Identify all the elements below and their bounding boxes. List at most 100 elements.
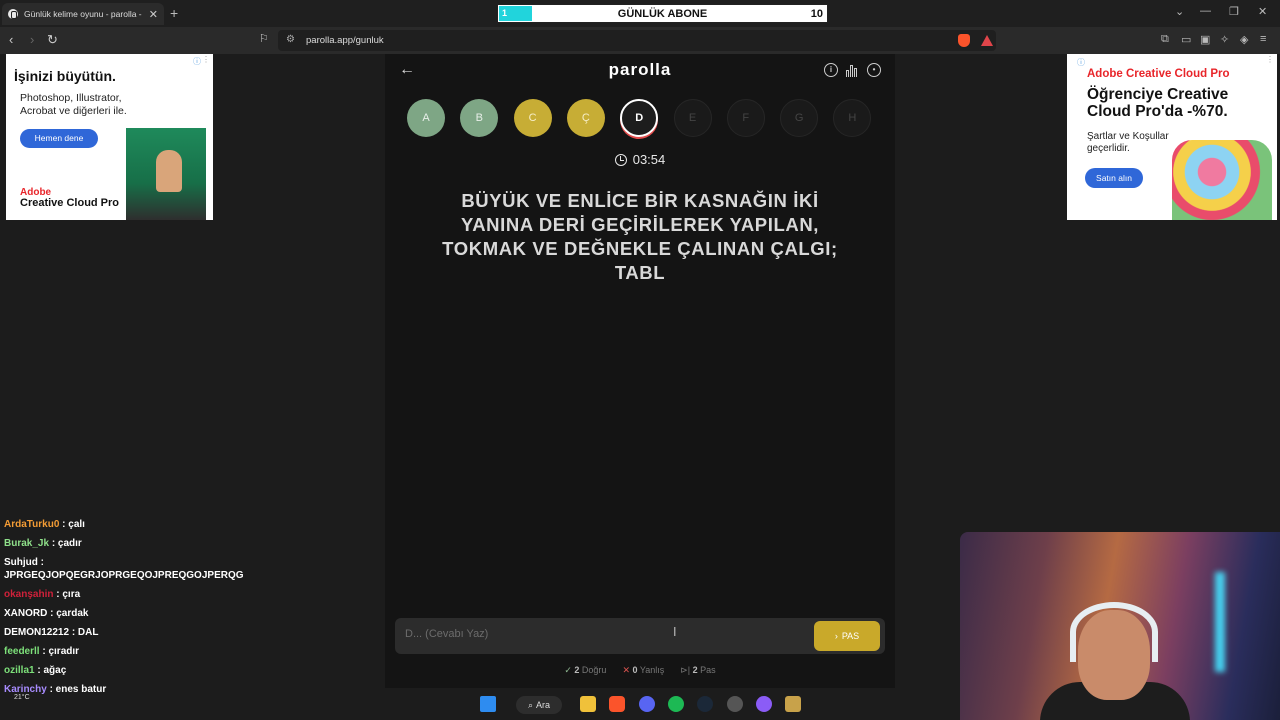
leo-ai-icon[interactable]: ✧ xyxy=(1220,33,1229,46)
chat-text: : çalı xyxy=(62,519,85,530)
goal-target: 10 xyxy=(810,8,823,20)
chat-text: : ağaç xyxy=(37,665,67,676)
stats-icon[interactable] xyxy=(846,64,859,77)
ad-headline: İşinizi büyütün. xyxy=(14,68,116,84)
game-launcher-icon[interactable] xyxy=(785,696,801,712)
answer-bar: › PAS xyxy=(395,618,885,654)
ad-left[interactable]: ⓘ ⋮ İşinizi büyütün. Photoshop, Illustra… xyxy=(6,54,213,220)
taskbar: ⌕ Ara xyxy=(0,688,1280,720)
site-info-icon[interactable]: ⚙ xyxy=(286,34,295,45)
taskbar-search-label: Ara xyxy=(536,700,551,710)
ad-close-icon[interactable]: ⋮ xyxy=(202,55,210,64)
ad-headline: Öğrenciye Creative Cloud Pro'da -%70. xyxy=(1087,86,1229,120)
chat-message: okanşahin : çıra xyxy=(4,588,216,601)
tab-title: Günlük kelime oyunu - parolla - xyxy=(24,9,142,19)
close-tab-icon[interactable]: ✕ xyxy=(149,8,158,21)
letter-progress: ABCÇDEFGH xyxy=(407,99,877,137)
bookmark-icon[interactable]: ⚐ xyxy=(259,32,269,45)
letter-circle-4: Ç xyxy=(566,99,605,137)
chat-message: ArdaTurku0 : çalı xyxy=(4,518,216,531)
pass-score: ⊳| 2 Pas xyxy=(680,665,716,675)
close-window-icon[interactable]: ✕ xyxy=(1258,5,1267,18)
browser-tab[interactable]: Günlük kelime oyunu - parolla - ✕ xyxy=(2,3,164,25)
letter-circle-5: D xyxy=(620,99,659,137)
taskbar-search[interactable]: ⌕ Ara xyxy=(516,696,562,714)
new-tab-icon[interactable]: + xyxy=(170,5,178,21)
back-icon[interactable]: ‹ xyxy=(9,32,13,47)
sidebar-icon[interactable]: ▭ xyxy=(1181,33,1191,46)
ad-brand: Adobe Creative Cloud Pro xyxy=(1087,68,1230,80)
chat-message: feederll : çıradır xyxy=(4,645,216,658)
timer: 03:54 xyxy=(385,152,895,167)
extensions-icon[interactable]: ⧉ xyxy=(1161,33,1169,46)
brave-shields-icon[interactable] xyxy=(958,34,970,47)
chat-username[interactable]: Suhjud xyxy=(4,557,38,568)
letter-circle-1: A xyxy=(407,99,445,137)
minimize-icon[interactable]: — xyxy=(1200,5,1211,17)
chat-username[interactable]: XANORD xyxy=(4,608,47,619)
page-content: ⓘ ⋮ İşinizi büyütün. Photoshop, Illustra… xyxy=(0,54,1280,720)
correct-score: ✓ 2 Doğru xyxy=(564,665,607,675)
file-explorer-icon[interactable] xyxy=(580,696,596,712)
letter-circle-6: E xyxy=(673,99,712,137)
maximize-icon[interactable]: ❐ xyxy=(1229,5,1239,18)
skip-icon: ⊳| xyxy=(680,665,691,675)
weather-widget[interactable]: 21°C xyxy=(14,694,38,710)
spotify-icon[interactable] xyxy=(668,696,684,712)
profile-icon[interactable]: • xyxy=(867,63,881,77)
app-icon[interactable] xyxy=(756,696,772,712)
ad-cta-button[interactable]: Satın alın xyxy=(1085,168,1143,188)
goal-title: GÜNLÜK ABONE xyxy=(617,8,708,20)
app-header: ← parolla i • xyxy=(385,54,895,90)
ad-info-icon[interactable]: ⓘ xyxy=(1077,57,1085,68)
chat-text: : çardak xyxy=(50,608,89,619)
wallet-icon[interactable]: ▣ xyxy=(1200,33,1210,46)
cross-icon: ✕ xyxy=(622,665,630,675)
brave-taskbar-icon[interactable] xyxy=(609,696,625,712)
steam-icon[interactable] xyxy=(697,696,713,712)
vpn-icon[interactable]: ◈ xyxy=(1240,33,1248,46)
windows-start-icon[interactable] xyxy=(480,696,496,712)
text-cursor-icon: I xyxy=(673,625,677,639)
led-light xyxy=(1215,572,1225,672)
chat-username[interactable]: DEMON12212 xyxy=(4,627,69,638)
browser-toolbar: ‹ › ↻ ⚐ ⚙ parolla.app/gunluk ⧉ ▭ ▣ ✧ ◈ ≡ xyxy=(0,27,1280,54)
chat-text: : DAL xyxy=(71,627,99,638)
ad-right[interactable]: ⓘ ⋮ Adobe Creative Cloud Pro Öğrenciye C… xyxy=(1067,54,1277,220)
chat-message: Suhjud : JPRGEQJOPQEGRJOPRGEQOJPREQGOJPE… xyxy=(4,556,244,582)
score-summary: ✓ 2 Doğru ✕ 0 Yanlış ⊳| 2 Pas xyxy=(385,665,895,676)
letter-circle-9: H xyxy=(833,99,872,137)
ad-artwork xyxy=(1172,140,1272,220)
chat-username[interactable]: ArdaTurku0 xyxy=(4,519,59,530)
ad-person-image xyxy=(156,150,182,192)
brave-rewards-icon[interactable] xyxy=(981,35,993,46)
obs-icon[interactable] xyxy=(727,696,743,712)
pass-button[interactable]: › PAS xyxy=(814,621,880,651)
chat-message: ozilla1 : ağaç xyxy=(4,664,216,677)
chat-message: DEMON12212 : DAL xyxy=(4,626,216,639)
ad-info-icon[interactable]: ⓘ xyxy=(193,56,201,67)
clock-icon xyxy=(614,153,627,166)
discord-icon[interactable] xyxy=(639,696,655,712)
ad-close-icon[interactable]: ⋮ xyxy=(1266,55,1274,64)
letter-circle-3: C xyxy=(513,99,552,137)
chat-username[interactable]: okanşahin xyxy=(4,589,53,600)
chat-text: : çıradır xyxy=(42,646,80,657)
forward-icon[interactable]: › xyxy=(30,32,34,47)
chat-username[interactable]: Burak_Jk xyxy=(4,538,49,549)
ad-body: Photoshop, Illustrator, Acrobat ve diğer… xyxy=(20,92,127,117)
subscriber-goal-bar: 1 GÜNLÜK ABONE 10 xyxy=(497,4,828,23)
letter-circle-7: F xyxy=(726,99,765,137)
question-text: BÜYÜK VE ENLİCE BİR KASNAĞIN İKİ YANINA … xyxy=(442,190,838,283)
chat-username[interactable]: ozilla1 xyxy=(4,665,35,676)
answer-input[interactable] xyxy=(405,628,785,640)
address-bar[interactable]: ⚙ parolla.app/gunluk xyxy=(278,30,996,51)
ad-cta-button[interactable]: Hemen dene xyxy=(20,129,98,148)
menu-icon[interactable]: ≡ xyxy=(1260,33,1266,45)
tab-list-chevron-icon[interactable]: ⌄ xyxy=(1175,5,1184,18)
chat-username[interactable]: feederll xyxy=(4,646,40,657)
info-icon[interactable]: i xyxy=(824,63,838,77)
pass-button-label: PAS xyxy=(841,631,860,641)
reload-icon[interactable]: ↻ xyxy=(47,32,58,48)
ad-logo-product: Creative Cloud Pro xyxy=(20,197,120,209)
